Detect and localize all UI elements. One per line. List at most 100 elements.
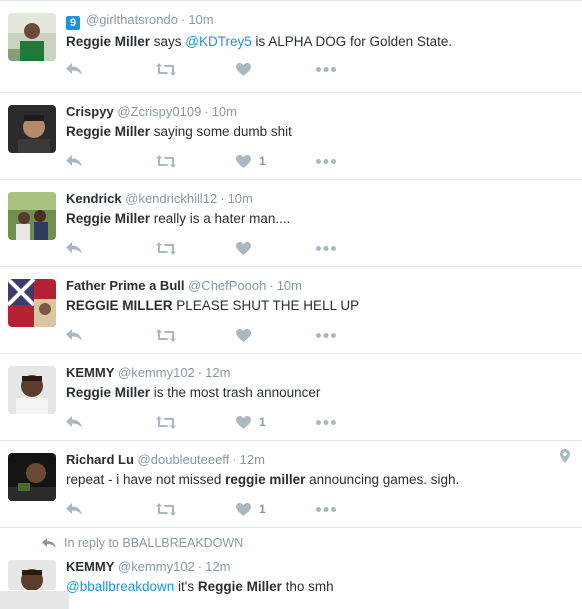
- tweet-actions: [66, 238, 336, 258]
- tweet-text: repeat - i have not missed reggie miller…: [66, 470, 570, 490]
- like-button[interactable]: 1: [236, 502, 316, 516]
- avatar[interactable]: [8, 560, 56, 590]
- reply-icon: [66, 416, 82, 428]
- tweet[interactable]: Crispyy @Zcrispy0109 · 10m Reggie Miller s…: [0, 93, 582, 180]
- username-link[interactable]: @Zcrispy0109: [117, 104, 201, 119]
- reply-button[interactable]: [66, 155, 156, 167]
- avatar[interactable]: [8, 366, 56, 414]
- more-button[interactable]: [316, 419, 336, 425]
- bold-text: Reggie Miller: [66, 124, 151, 139]
- tweet-header: Richard Lu @doubleuteeeff · 12m: [66, 451, 570, 468]
- reply-icon: [66, 63, 82, 75]
- timestamp-link[interactable]: 10m: [277, 278, 302, 293]
- retweet-icon: [156, 154, 176, 168]
- like-icon: [236, 154, 251, 168]
- notification-badge: 9: [66, 16, 80, 30]
- text-segment: is ALPHA DOG for Golden State.: [251, 34, 453, 49]
- text-segment: says: [150, 34, 186, 49]
- timestamp-link[interactable]: 12m: [205, 365, 230, 380]
- bold-text: Reggie Miller: [66, 211, 151, 226]
- retweet-button[interactable]: [156, 154, 236, 168]
- location-pin-icon[interactable]: [560, 449, 570, 468]
- retweet-button[interactable]: [156, 502, 236, 516]
- reply-icon: [66, 155, 82, 167]
- avatar[interactable]: [8, 279, 56, 327]
- username-link[interactable]: @ChefPoooh: [188, 278, 266, 293]
- tweet[interactable]: 9 @girlthatsrondo · 10m Reggie Miller says …: [0, 0, 582, 93]
- reply-button[interactable]: [66, 242, 156, 254]
- fullname-link[interactable]: KEMMY: [66, 365, 114, 380]
- tweet[interactable]: Richard Lu @doubleuteeeff · 12m repeat - i…: [0, 441, 582, 528]
- timestamp-link[interactable]: 10m: [212, 104, 237, 119]
- fullname-link[interactable]: Richard Lu: [66, 452, 134, 467]
- reply-button[interactable]: [66, 503, 156, 515]
- more-icon: [316, 66, 336, 72]
- fullname-link[interactable]: Father Prime a Bull: [66, 278, 184, 293]
- fullname-link[interactable]: Crispyy: [66, 104, 114, 119]
- more-button[interactable]: [316, 245, 336, 251]
- separator-dot: ·: [269, 278, 274, 293]
- separator-dot: ·: [204, 104, 209, 119]
- like-button[interactable]: 1: [236, 154, 316, 168]
- bold-text: Reggie Miller: [66, 34, 151, 49]
- reply-button[interactable]: [66, 329, 156, 341]
- reply-button[interactable]: [66, 63, 156, 75]
- like-button[interactable]: [236, 328, 316, 342]
- like-icon: [236, 241, 251, 255]
- tweet[interactable]: Father Prime a Bull @ChefPoooh · 10m REGGI…: [0, 267, 582, 354]
- more-button[interactable]: [316, 332, 336, 338]
- timestamp-link[interactable]: 12m: [240, 452, 265, 467]
- retweet-button[interactable]: [156, 62, 236, 76]
- fullname-link[interactable]: KEMMY: [66, 559, 114, 574]
- separator-dot: ·: [197, 365, 203, 380]
- retweet-button[interactable]: [156, 415, 236, 429]
- timestamp-link[interactable]: 10m: [188, 12, 213, 27]
- like-button[interactable]: 1: [236, 415, 316, 429]
- retweet-icon: [156, 415, 176, 429]
- username-link[interactable]: @doubleuteeeff: [138, 452, 230, 467]
- separator-dot: ·: [220, 191, 225, 206]
- text-segment: saying some dumb shit: [150, 124, 292, 139]
- retweet-button[interactable]: [156, 328, 236, 342]
- tweet-header: 9 @girlthatsrondo · 10m: [66, 11, 570, 30]
- reply-arrow-icon: [42, 538, 56, 548]
- tweet-text: REGGIE MILLER PLEASE SHUT THE HELL UP: [66, 296, 570, 316]
- tweet-header: Crispyy @Zcrispy0109 · 10m: [66, 103, 570, 120]
- tweet[interactable]: In reply to BBALLBREAKDOWN KEMMY @kemmy1…: [0, 528, 582, 608]
- mention-link[interactable]: @KDTrey5: [185, 34, 251, 49]
- tweet[interactable]: KEMMY @kemmy102 · 12m Reggie Miller is the…: [0, 354, 582, 441]
- like-button[interactable]: [236, 241, 316, 255]
- more-button[interactable]: [316, 506, 336, 512]
- text-segment: PLEASE SHUT THE HELL UP: [172, 298, 360, 313]
- avatar[interactable]: [8, 192, 56, 240]
- in-reply-to-context[interactable]: In reply to BBALLBREAKDOWN: [42, 536, 243, 550]
- like-count: 1: [259, 415, 266, 429]
- timestamp-link[interactable]: 10m: [228, 191, 253, 206]
- retweet-icon: [156, 502, 176, 516]
- tweet-text: Reggie Miller says @KDTrey5 is ALPHA DOG…: [66, 32, 570, 52]
- avatar[interactable]: [8, 453, 56, 501]
- fullname-link[interactable]: Kendrick: [66, 191, 122, 206]
- text-segment: repeat - i have not missed: [66, 472, 226, 487]
- more-button[interactable]: [316, 66, 336, 72]
- more-button[interactable]: [316, 158, 336, 164]
- username-link[interactable]: @kemmy102: [118, 559, 195, 574]
- reply-button[interactable]: [66, 416, 156, 428]
- like-button[interactable]: [236, 62, 316, 76]
- avatar[interactable]: [8, 13, 56, 61]
- bold-text: reggie miller: [225, 472, 306, 487]
- retweet-button[interactable]: [156, 241, 236, 255]
- retweet-icon: [156, 241, 176, 255]
- separator-dot: ·: [197, 559, 203, 574]
- retweet-icon: [156, 328, 176, 342]
- username-link[interactable]: @kendrickhill12: [125, 191, 217, 206]
- like-count: 1: [259, 154, 266, 168]
- mention-link[interactable]: @bballbreakdown: [66, 579, 174, 594]
- avatar[interactable]: [8, 105, 56, 153]
- timestamp-link[interactable]: 12m: [205, 559, 230, 574]
- tweet[interactable]: Kendrick @kendrickhill12 · 10m Reggie Mill…: [0, 180, 582, 267]
- in-reply-to-label: In reply to BBALLBREAKDOWN: [64, 536, 244, 550]
- tweet-text: Reggie Miller really is a hater man....: [66, 209, 570, 229]
- username-link[interactable]: @girlthatsrondo: [86, 12, 178, 27]
- username-link[interactable]: @kemmy102: [118, 365, 195, 380]
